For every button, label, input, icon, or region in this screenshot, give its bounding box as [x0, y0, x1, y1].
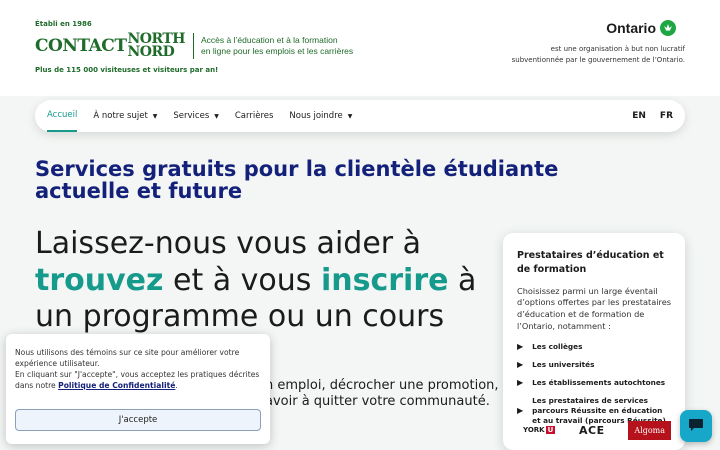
york-u-label: U — [545, 426, 556, 434]
privacy-policy-link[interactable]: Politique de Confidentialité — [58, 381, 175, 390]
nav-services[interactable]: Services ▼ — [173, 100, 218, 132]
providers-card: Prestataires d’éducation et de formation… — [503, 233, 685, 450]
york-label: YORK — [523, 426, 545, 434]
language-switcher: EN FR — [632, 111, 673, 121]
accept-cookies-button[interactable]: J'accepte — [15, 409, 261, 431]
logo-contact: CONTACT — [35, 35, 127, 56]
list-item-label: Les établissements autochtones — [532, 377, 666, 387]
visitors-text: Plus de 115 000 visiteuses et visiteurs … — [35, 66, 219, 74]
cookie-banner: Nous utilisons des témoins sur ce site p… — [6, 334, 270, 444]
logo-tagline: Accès à l’éducation et à la formation en… — [201, 35, 353, 56]
list-item-label: Les collèges — [532, 341, 583, 351]
cookie-text-2-suffix: . — [175, 381, 178, 390]
hero-word-enroll: inscrire — [320, 262, 449, 298]
hero-line2: trouvez et à vous inscrire à — [35, 263, 505, 300]
main-navbar: Accueil À notre sujet ▼ Services ▼ Carri… — [35, 100, 685, 132]
hero-subheading: Laissez-nous vous aider à trouvez et à v… — [35, 226, 505, 336]
caret-down-icon: ▼ — [152, 112, 158, 120]
hero-body-line1: n emploi, décrocher une promotion, — [265, 378, 499, 393]
hero-tail: à — [448, 262, 477, 298]
providers-card-desc: Choisissez parmi un large éventail d’opt… — [517, 285, 671, 332]
hero-line3: un programme ou un cours — [35, 299, 445, 335]
play-bullet-icon: ▶ — [517, 342, 524, 352]
nav-carrieres[interactable]: Carrières — [235, 100, 274, 132]
cookie-text-1: Nous utilisons des témoins sur ce site p… — [15, 348, 240, 368]
nav-nous-joindre[interactable]: Nous joindre ▼ — [289, 100, 352, 132]
nav-services-label: Services — [173, 111, 210, 121]
logo-nord: NORD — [127, 44, 175, 60]
cookie-text-2: En cliquant sur "J'accepte", vous accept… — [15, 369, 261, 391]
logo-tagline-line1: Accès à l’éducation et à la formation — [201, 35, 338, 46]
play-bullet-icon: ▶ — [517, 378, 524, 388]
top-header: Établi en 1986 CONTACT NORTH NORD Accès … — [0, 0, 720, 96]
list-item-label: Les universités — [532, 359, 595, 369]
play-bullet-icon: ▶ — [517, 360, 524, 370]
contact-north-logo[interactable]: CONTACT NORTH NORD Accès à l’éducation e… — [35, 30, 353, 62]
lang-fr[interactable]: FR — [660, 111, 673, 121]
caret-down-icon: ▼ — [214, 112, 219, 120]
list-item[interactable]: ▶ Les collèges — [517, 341, 671, 352]
hero-body-line2: avoir à quitter votre communauté. — [265, 394, 490, 410]
ontario-description: est une organisation à but non lucratif … — [485, 44, 685, 66]
providers-list: ▶ Les collèges ▶ Les universités ▶ Les é… — [517, 341, 671, 426]
ontario-label: Ontario — [606, 20, 656, 36]
list-item[interactable]: ▶ Les universités — [517, 359, 671, 370]
ontario-desc-line1: est une organisation à but non lucratif — [550, 45, 685, 53]
york-university-logo[interactable]: YORK U — [523, 426, 556, 434]
hero-mid: et à vous — [163, 262, 321, 298]
hero-body-partial: n emploi, décrocher une promotion, avoir… — [265, 378, 505, 410]
caret-down-icon: ▼ — [347, 112, 353, 120]
hero-line1: Laissez-nous vous aider à — [35, 226, 422, 261]
ontario-desc-line2: subventionnée par le gouvernement de l’O… — [511, 55, 685, 64]
chat-button[interactable] — [680, 410, 712, 442]
ontario-logo[interactable]: Ontario — [606, 20, 676, 36]
algoma-logo[interactable]: Algoma — [628, 420, 671, 440]
logo-divider — [193, 33, 195, 59]
lang-en[interactable]: EN — [632, 111, 646, 121]
logo-north-nord: NORTH NORD — [127, 32, 185, 60]
logo-tagline-line2: en ligne pour les emplois et les carrièr… — [201, 46, 354, 56]
play-bullet-icon: ▶ — [517, 406, 524, 416]
ace-logo[interactable]: ACE — [579, 424, 605, 437]
nav-a-notre-sujet[interactable]: À notre sujet ▼ — [93, 100, 157, 132]
trillium-icon — [660, 20, 676, 36]
nav-a-notre-sujet-label: À notre sujet — [93, 111, 148, 121]
hero-word-find: trouvez — [35, 262, 164, 298]
nav-carrieres-label: Carrières — [234, 111, 274, 121]
nav-accueil[interactable]: Accueil — [47, 100, 78, 132]
nav-nous-joindre-label: Nous joindre — [289, 111, 343, 121]
chat-icon — [688, 417, 704, 436]
providers-card-title: Prestataires d’éducation et de formation — [517, 250, 664, 275]
hero-title: Services gratuits pour la clientèle étud… — [35, 157, 559, 204]
nav-accueil-label: Accueil — [47, 110, 78, 120]
partner-logos: YORK U ACE Algoma — [523, 419, 671, 441]
established-text: Établi en 1986 — [35, 20, 92, 28]
list-item[interactable]: ▶ Les établissements autochtones — [517, 377, 671, 388]
